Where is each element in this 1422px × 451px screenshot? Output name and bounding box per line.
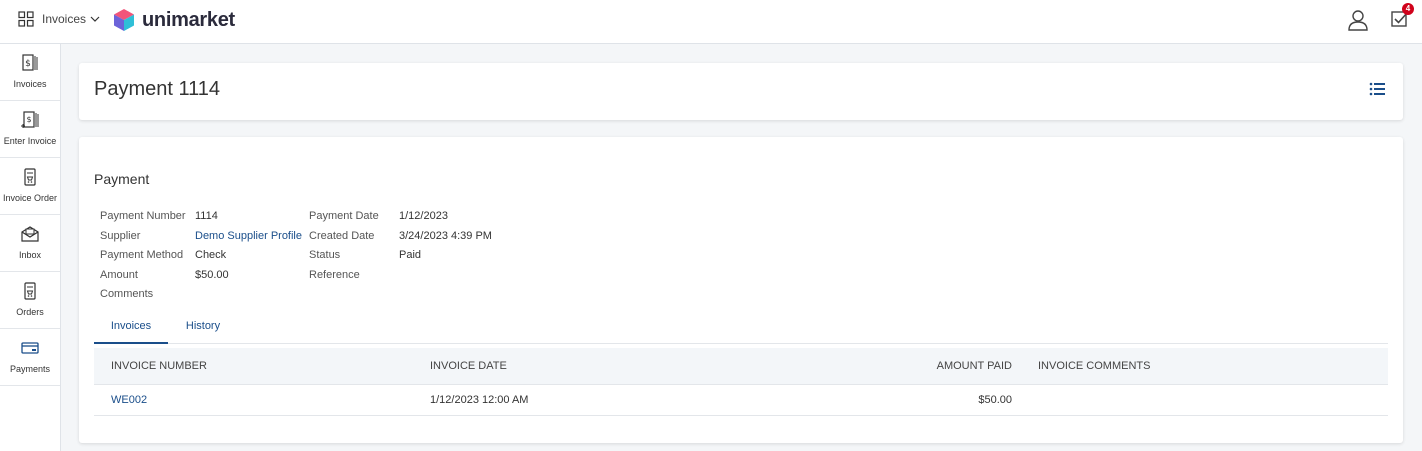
amount-paid-cell: $50.00 [978,394,1012,406]
invoice-order-icon [24,168,36,186]
sidebar-item-label: Inbox [18,250,42,260]
field-label-amount: Amount [100,269,138,281]
column-header-invoice-number[interactable]: INVOICE NUMBER [111,360,207,372]
brand-logo[interactable]: unimarket [113,8,235,32]
table-row: WE002 1/12/2023 12:00 AM $50.00 [94,385,1388,416]
sidebar-item-payments[interactable]: Payments [0,329,60,386]
field-label-comments: Comments [100,288,154,300]
sidebar-item-orders[interactable]: Orders [0,272,60,329]
sidebar-item-label: Invoices [13,79,47,89]
grid-icon [18,11,34,27]
top-bar: Invoices unimarket 4 [0,0,1422,44]
field-label-supplier: Supplier [100,230,141,242]
tab-history[interactable]: History [168,320,238,344]
sidebar-item-inbox[interactable]: Inbox [0,215,60,272]
field-label-payment-number: Payment Number [100,210,186,222]
tasks-count-badge: 4 [1402,3,1414,15]
invoices-table: INVOICE NUMBER INVOICE DATE AMOUNT PAID … [94,348,1388,416]
column-header-amount-paid[interactable]: AMOUNT PAID [937,360,1012,372]
field-label-payment-method: Payment Method [100,249,184,261]
sidebar-item-invoice-order[interactable]: Invoice Order [0,158,60,215]
app-switcher-label: Invoices [42,12,87,26]
field-value-payment-number: 1114 [195,210,218,222]
inbox-icon [21,226,39,242]
invoice-icon: $ [22,54,38,71]
sidebar-item-invoices[interactable]: $ Invoices [0,44,60,101]
invoice-date-cell: 1/12/2023 12:00 AM [430,394,529,406]
section-title: Payment [94,171,150,187]
field-value-amount: $50.00 [195,269,229,281]
sidebar-item-label: Invoice Order [2,193,58,203]
field-value-payment-method: Check [195,249,227,261]
enter-invoice-icon: $ [21,111,39,128]
app-switcher[interactable]: Invoices [18,11,100,27]
detail-tabs: Invoices History [94,320,1388,344]
svg-text:$: $ [25,59,31,69]
tab-invoices[interactable]: Invoices [94,320,168,344]
payment-details-card: Payment Payment Number 1114 Supplier Dem… [79,137,1403,443]
sidebar: $ Invoices $ Enter Invoice Invoice Order [0,44,61,451]
sidebar-item-enter-invoice[interactable]: $ Enter Invoice [0,101,60,158]
field-label-created-date: Created Date [309,230,375,242]
sidebar-item-label: Enter Invoice [3,136,57,146]
field-value-payment-date: 1/12/2023 [399,210,448,222]
user-profile-icon[interactable] [1347,9,1369,31]
brand-name: unimarket [142,8,235,31]
chevron-down-icon [90,16,100,22]
invoice-number-link[interactable]: WE002 [111,394,147,406]
list-menu-icon[interactable] [1369,81,1385,97]
column-header-invoice-comments[interactable]: INVOICE COMMENTS [1038,360,1150,372]
column-header-invoice-date[interactable]: INVOICE DATE [430,360,507,372]
payments-icon [21,342,39,354]
orders-icon [24,282,36,300]
supplier-link[interactable]: Demo Supplier Profile [195,230,302,242]
field-label-payment-date: Payment Date [309,210,379,222]
field-value-status: Paid [399,249,422,261]
table-header: INVOICE NUMBER INVOICE DATE AMOUNT PAID … [94,348,1388,385]
page-header-card: Payment 1114 [79,63,1403,120]
field-label-status: Status [309,249,341,261]
field-value-created-date: 3/24/2023 4:39 PM [399,230,492,242]
sidebar-item-label: Payments [9,364,51,374]
field-label-reference: Reference [309,269,360,281]
svg-text:$: $ [26,115,31,124]
page-title: Payment 1114 [94,78,221,100]
sidebar-item-label: Orders [16,307,44,317]
unimarket-logo-icon [114,9,134,31]
